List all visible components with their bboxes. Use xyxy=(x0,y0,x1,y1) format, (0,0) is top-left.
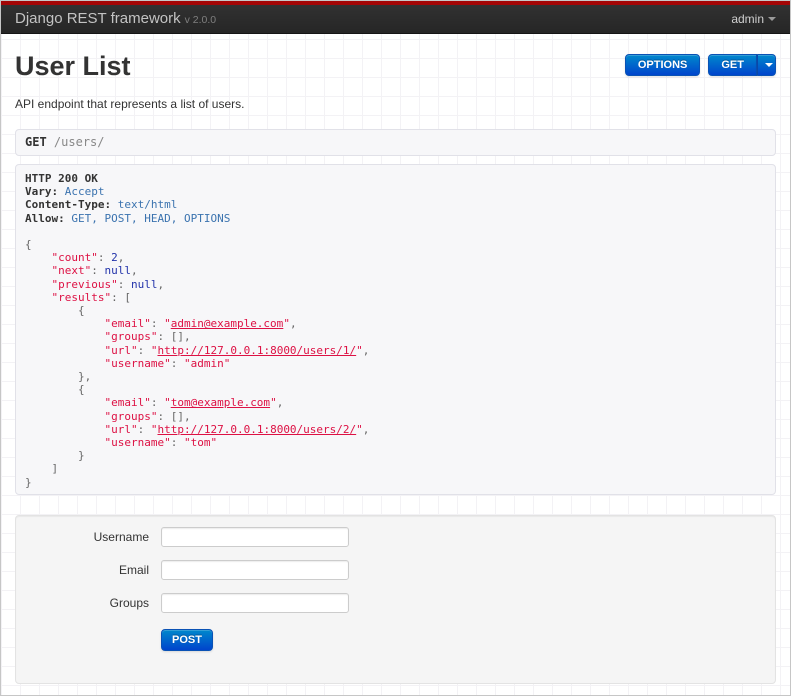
post-form: Username Email Groups POST xyxy=(15,515,776,684)
username-input[interactable] xyxy=(161,527,349,547)
groups-field-row: Groups xyxy=(31,593,760,613)
url-link[interactable]: http://127.0.0.1:8000/users/2/ xyxy=(157,423,356,436)
username-field-row: Username xyxy=(31,527,760,547)
response-body: HTTP 200 OK Vary: Accept Content-Type: t… xyxy=(25,172,370,489)
email-input[interactable] xyxy=(161,560,349,580)
email-label: Email xyxy=(118,563,149,577)
endpoint-description: API endpoint that represents a list of u… xyxy=(15,97,245,111)
user-dropdown-label: admin xyxy=(731,11,764,26)
post-button[interactable]: POST xyxy=(161,629,213,651)
navbar: Django REST framework v 2.0.0 admin xyxy=(1,5,790,34)
response-panel: HTTP 200 OK Vary: Accept Content-Type: t… xyxy=(15,164,776,495)
method-buttons: OPTIONS GET xyxy=(624,54,776,76)
browsable-api-page: Django REST framework v 2.0.0 admin User … xyxy=(0,0,791,696)
brand-title: Django REST framework xyxy=(15,9,181,27)
get-button[interactable]: GET xyxy=(708,54,757,76)
request-method: GET xyxy=(25,135,47,149)
email-field-row: Email xyxy=(31,560,760,580)
chevron-down-icon xyxy=(765,63,773,68)
groups-label: Groups xyxy=(109,596,149,610)
user-dropdown[interactable]: admin xyxy=(731,5,776,34)
page-title: User List xyxy=(15,51,131,81)
brand-version: v 2.0.0 xyxy=(184,13,217,26)
groups-input[interactable] xyxy=(161,593,349,613)
heading-row: User List OPTIONS GET xyxy=(15,34,776,81)
username-label: Username xyxy=(93,530,149,544)
options-button[interactable]: OPTIONS xyxy=(624,54,701,76)
email-link[interactable]: admin@example.com xyxy=(171,317,284,330)
url-link[interactable]: http://127.0.0.1:8000/users/1/ xyxy=(157,344,356,357)
request-line: GET /users/ xyxy=(15,129,776,156)
main-content: User List OPTIONS GET API endpoint that … xyxy=(1,34,790,684)
get-split-button: GET xyxy=(708,54,776,76)
chevron-down-icon xyxy=(768,17,776,22)
get-dropdown-toggle[interactable] xyxy=(757,54,776,76)
request-path: /users/ xyxy=(53,135,105,149)
brand-link[interactable]: Django REST framework v 2.0.0 xyxy=(15,4,216,35)
email-link[interactable]: tom@example.com xyxy=(171,396,270,409)
